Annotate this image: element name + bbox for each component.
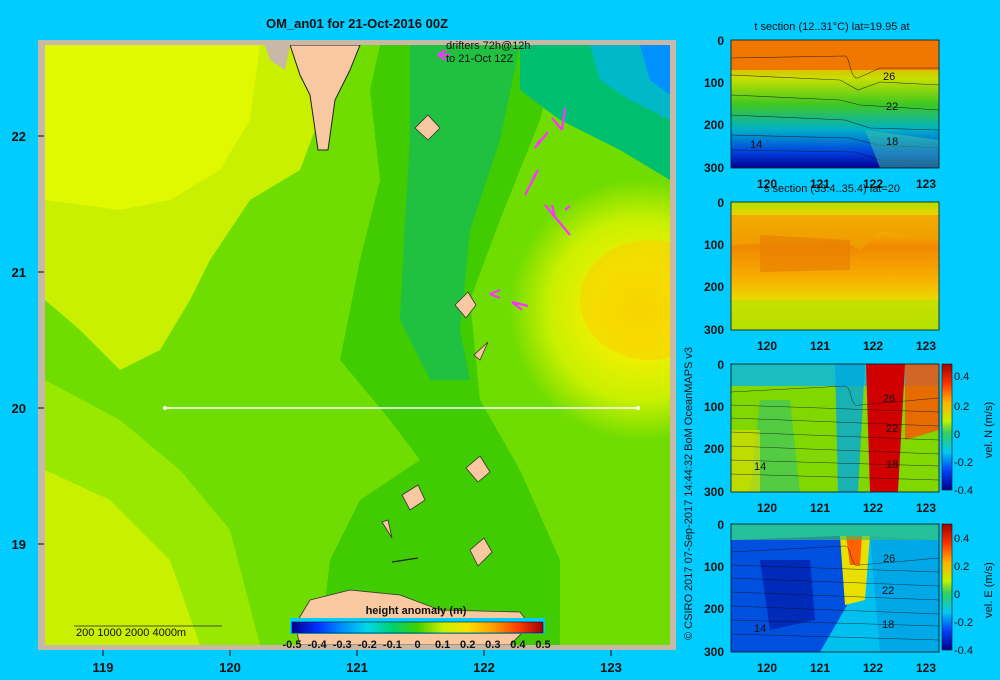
- y-tick: 0: [717, 34, 724, 48]
- colorbar-tick: -0.1: [383, 639, 402, 651]
- x-tick: 120: [757, 339, 777, 353]
- contour-label: 26: [883, 71, 895, 83]
- colorbar-tick: 0: [954, 429, 960, 441]
- lon-tick: 120: [219, 660, 241, 675]
- colorbar-title: height anomaly (m): [366, 605, 467, 617]
- y-tick: 100: [704, 400, 724, 414]
- x-tick: 121: [810, 501, 830, 515]
- y-tick: 200: [704, 118, 724, 132]
- drifter-note-line1: drifters 72h@12h: [446, 40, 531, 52]
- panel-velocity-east: 26 22 18 14 0 100 200 300 120 121 122 12…: [704, 518, 995, 675]
- lon-tick: 123: [600, 660, 622, 675]
- y-tick: 300: [704, 485, 724, 499]
- colorbar-tick: 0.2: [954, 561, 969, 573]
- panel-temperature-section: t section (12..31°C) lat=19.95 at 26 22 …: [704, 21, 940, 191]
- colorbar-tick: 0.4: [510, 639, 526, 651]
- colorbar-tick: -0.4: [954, 485, 973, 497]
- lon-tick: 119: [93, 660, 114, 675]
- y-tick: 100: [704, 76, 724, 90]
- x-tick: 121: [810, 339, 830, 353]
- colorbar-tick: 0.3: [485, 639, 500, 651]
- x-tick: 120: [757, 661, 777, 675]
- contour-label: 14: [754, 461, 766, 473]
- contour-label: 18: [886, 136, 898, 148]
- x-tick: 120: [757, 501, 777, 515]
- figure: 200 1000 2000 4000m OM_an01 for 21-Oct-2…: [12, 16, 995, 675]
- y-tick: 0: [717, 358, 724, 372]
- colorbar-tick: -0.2: [954, 617, 973, 629]
- panel-salinity-section: s section (33.4..35.4) lat=20 0 100 200 …: [704, 183, 940, 353]
- y-tick: 100: [704, 238, 724, 252]
- colorbar-tick: 0.2: [460, 639, 475, 651]
- colorbar-label: vel. N (m/s): [983, 402, 995, 458]
- contour-label: 14: [754, 623, 766, 635]
- y-tick: 300: [704, 645, 724, 659]
- colorbar-tick: -0.3: [333, 639, 352, 651]
- lon-tick: 122: [473, 660, 495, 675]
- x-tick: 123: [916, 661, 936, 675]
- lat-tick: 20: [12, 401, 26, 416]
- contour-label: 18: [886, 459, 898, 471]
- colorbar-tick: 0: [414, 639, 420, 651]
- credit-text: © CSIRO 2017 07-Sep-2017 14:44:32 BoM Oc…: [683, 347, 695, 640]
- y-tick: 200: [704, 280, 724, 294]
- lat-tick: 21: [12, 265, 26, 280]
- x-tick: 122: [863, 339, 883, 353]
- x-tick: 122: [863, 661, 883, 675]
- x-tick: 123: [916, 339, 936, 353]
- y-tick: 100: [704, 560, 724, 574]
- x-tick: 123: [916, 177, 936, 191]
- y-tick: 300: [704, 161, 724, 175]
- map-lat-axis: 22 21 20 19: [12, 129, 26, 552]
- panel-velocity-north: 26 22 18 14 0 100 200 300 120 121 122 12…: [704, 358, 995, 515]
- y-tick: 0: [717, 518, 724, 532]
- x-tick: 122: [863, 501, 883, 515]
- colorbar-tick: 0.4: [954, 371, 969, 383]
- map-lon-axis: 119 120 121 122 123: [93, 660, 622, 675]
- height-anomaly-map: 200 1000 2000 4000m: [38, 40, 676, 650]
- drifter-note-line2: to 21-Oct 12Z: [446, 53, 514, 65]
- colorbar-tick: -0.4: [954, 645, 973, 657]
- lat-tick: 22: [12, 129, 26, 144]
- contour-label: 26: [883, 553, 895, 565]
- contour-label: 22: [886, 101, 898, 113]
- y-tick: 300: [704, 323, 724, 337]
- lon-tick: 121: [346, 660, 368, 675]
- panel-title: s section (33.4..35.4) lat=20: [764, 183, 900, 195]
- colorbar-tick: 0: [954, 589, 960, 601]
- contour-label: 26: [883, 393, 895, 405]
- y-tick: 0: [717, 196, 724, 210]
- x-tick: 123: [916, 501, 936, 515]
- colorbar-tick: -0.5: [283, 639, 302, 651]
- colorbar-tick: -0.2: [954, 457, 973, 469]
- colorbar-tick: 0.5: [535, 639, 550, 651]
- colorbar-tick: -0.4: [308, 639, 328, 651]
- y-tick: 200: [704, 602, 724, 616]
- colorbar-tick: 0.1: [435, 639, 450, 651]
- colorbar-tick: -0.2: [358, 639, 377, 651]
- isobath-legend-text: 200 1000 2000 4000m: [76, 627, 186, 639]
- panel-title: t section (12..31°C) lat=19.95 at: [754, 21, 909, 33]
- colorbar-tick: 0.4: [954, 533, 969, 545]
- colorbar-tick: 0.2: [954, 401, 969, 413]
- y-tick: 200: [704, 442, 724, 456]
- contour-label: 18: [882, 619, 894, 631]
- lat-tick: 19: [12, 537, 26, 552]
- colorbar-label: vel. E (m/s): [983, 562, 995, 618]
- contour-label: 22: [886, 423, 898, 435]
- contour-label: 14: [750, 139, 762, 151]
- x-tick: 121: [810, 661, 830, 675]
- contour-label: 22: [882, 585, 894, 597]
- map-title: OM_an01 for 21-Oct-2016 00Z: [266, 16, 448, 31]
